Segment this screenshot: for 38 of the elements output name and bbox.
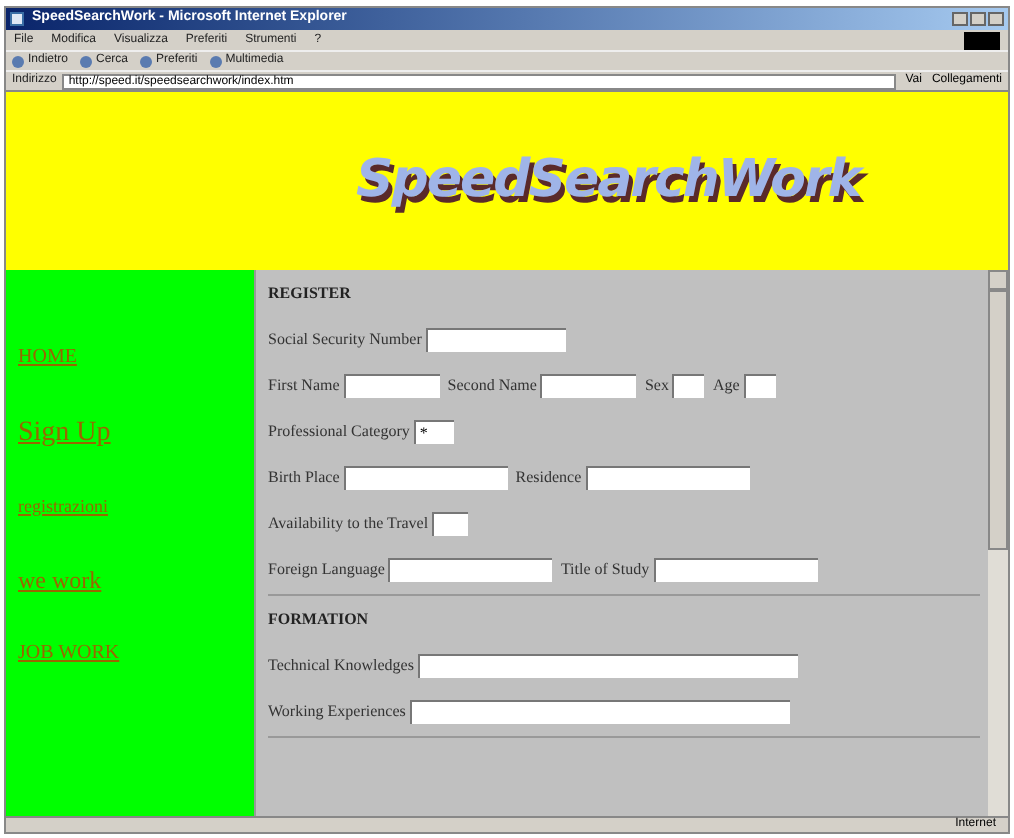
section-title: FORMATION bbox=[268, 608, 371, 632]
section-title: REGISTER bbox=[268, 282, 353, 306]
field-label: Professional Category bbox=[268, 420, 410, 444]
field-label: Foreign Language bbox=[268, 558, 385, 582]
select-field[interactable]: * bbox=[413, 420, 454, 444]
field-label: Technical Knowledges bbox=[268, 654, 414, 678]
input-field[interactable] bbox=[585, 466, 750, 490]
field-label: Availability to the Travel bbox=[268, 512, 429, 536]
field-label: Birth Place bbox=[268, 466, 340, 490]
input-field[interactable] bbox=[417, 654, 798, 678]
field-label: Age bbox=[712, 374, 740, 398]
nav-link[interactable]: registrazioni bbox=[18, 494, 254, 521]
input-field[interactable] bbox=[388, 558, 553, 582]
input-field[interactable] bbox=[672, 374, 705, 398]
field-label: Residence bbox=[515, 466, 582, 490]
input-field[interactable] bbox=[540, 374, 637, 398]
close-button[interactable] bbox=[988, 12, 1004, 26]
field-label: First Name bbox=[268, 374, 340, 398]
input-field[interactable] bbox=[409, 700, 790, 724]
nav-link[interactable]: Sign Up bbox=[18, 412, 254, 454]
input-field[interactable] bbox=[343, 466, 508, 490]
scrollbar[interactable] bbox=[988, 270, 1008, 816]
nav-link[interactable]: HOME bbox=[18, 342, 254, 372]
field-label: Title of Study bbox=[560, 558, 650, 582]
maximize-button[interactable] bbox=[970, 12, 986, 26]
input-field[interactable] bbox=[343, 374, 440, 398]
input-field[interactable] bbox=[653, 558, 818, 582]
field-label: Social Security Number bbox=[268, 328, 422, 352]
input-field[interactable] bbox=[432, 512, 469, 536]
nav-link[interactable]: we work bbox=[18, 561, 254, 597]
input-field[interactable] bbox=[425, 328, 566, 352]
field-label: Sex bbox=[644, 374, 669, 398]
minimize-button[interactable] bbox=[952, 12, 968, 26]
site-logo: SpeedSearchWork bbox=[356, 148, 861, 214]
nav-link[interactable]: JOB WORK bbox=[18, 637, 254, 667]
input-field[interactable] bbox=[743, 374, 776, 398]
field-label: Second Name bbox=[447, 374, 537, 398]
field-label: Working Experiences bbox=[268, 700, 406, 724]
